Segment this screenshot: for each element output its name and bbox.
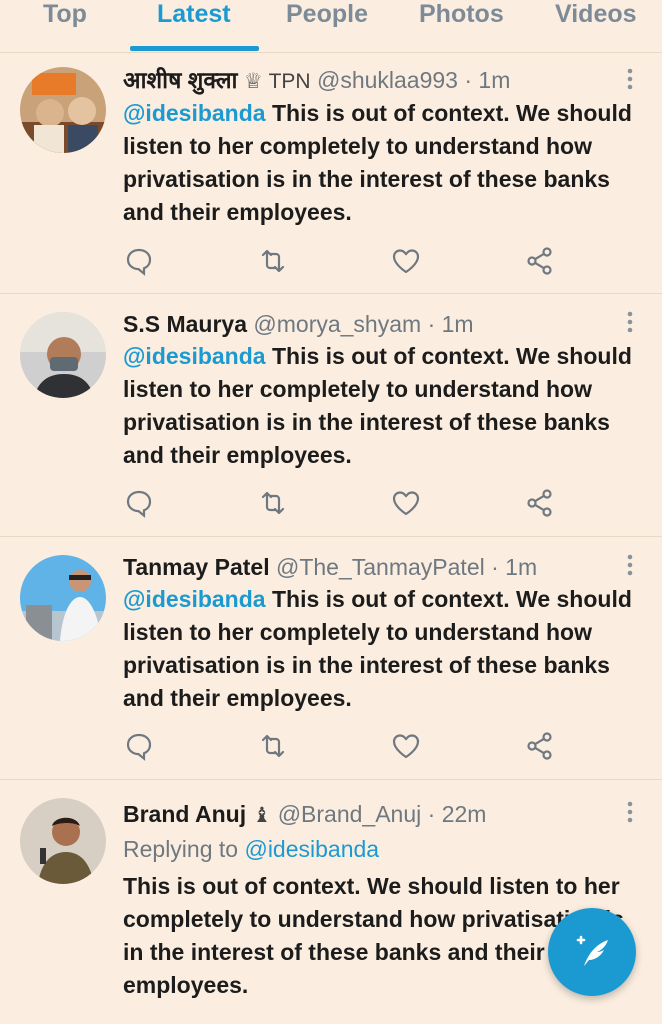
mention-link[interactable]: @idesibanda bbox=[244, 836, 379, 862]
user-handle[interactable]: @shuklaa993 bbox=[317, 67, 458, 93]
reply-icon[interactable] bbox=[123, 487, 155, 519]
tweet-item[interactable]: Brand Anuj ♝ @Brand_Anuj · 22m Replying … bbox=[0, 780, 662, 1024]
mention-link[interactable]: @idesibanda bbox=[123, 100, 266, 126]
separator-dot: · bbox=[427, 801, 436, 827]
timestamp: 22m bbox=[441, 801, 487, 827]
like-icon[interactable] bbox=[390, 487, 422, 519]
more-vertical-icon[interactable] bbox=[622, 67, 638, 93]
tweet-body: This is out of context. We should listen… bbox=[123, 873, 624, 998]
retweet-icon[interactable] bbox=[257, 245, 289, 277]
name-badge: ♕ TPN bbox=[243, 70, 311, 93]
active-tab-indicator bbox=[130, 46, 259, 51]
separator-dot: · bbox=[491, 554, 499, 580]
avatar[interactable] bbox=[20, 798, 106, 884]
avatar[interactable] bbox=[20, 555, 106, 641]
tweet-item[interactable]: Tanmay Patel @The_TanmayPatel · 1m @ides… bbox=[0, 537, 662, 780]
retweet-icon[interactable] bbox=[257, 730, 289, 762]
share-icon[interactable] bbox=[524, 730, 556, 762]
more-vertical-icon[interactable] bbox=[622, 800, 638, 826]
tab-photos[interactable]: Photos bbox=[419, 0, 504, 30]
user-handle[interactable]: @morya_shyam bbox=[253, 311, 421, 337]
tab-latest[interactable]: Latest bbox=[157, 0, 231, 30]
separator-dot: · bbox=[464, 67, 473, 93]
tweet-item[interactable]: आशीष शुक्ला ♕ TPN @shuklaa993 · 1m @ides… bbox=[0, 53, 662, 294]
retweet-icon[interactable] bbox=[257, 487, 289, 519]
compose-tweet-icon bbox=[576, 935, 608, 966]
avatar[interactable] bbox=[20, 312, 106, 398]
tweet-item[interactable]: S.S Maurya @morya_shyam · 1m @idesibanda… bbox=[0, 294, 662, 537]
replying-to-label: Replying to bbox=[123, 836, 239, 862]
tweet-text: @idesibanda This is out of context. We s… bbox=[123, 583, 653, 715]
tweet-text: @idesibanda This is out of context. We s… bbox=[123, 340, 653, 472]
mention-link[interactable]: @idesibanda bbox=[123, 586, 266, 612]
display-name[interactable]: आशीष शुक्ला bbox=[123, 67, 238, 93]
display-name[interactable]: Brand Anuj bbox=[123, 801, 246, 827]
more-vertical-icon[interactable] bbox=[622, 310, 638, 336]
compose-tweet-button[interactable] bbox=[548, 908, 636, 996]
reply-icon[interactable] bbox=[123, 730, 155, 762]
timestamp: 1m bbox=[478, 67, 511, 93]
name-badge: ♝ bbox=[252, 804, 272, 827]
more-vertical-icon[interactable] bbox=[622, 553, 638, 579]
tweet-text: @idesibanda This is out of context. We s… bbox=[123, 97, 653, 229]
reply-icon[interactable] bbox=[123, 245, 155, 277]
share-icon[interactable] bbox=[524, 245, 556, 277]
user-handle[interactable]: @The_TanmayPatel bbox=[276, 554, 485, 580]
like-icon[interactable] bbox=[390, 730, 422, 762]
timestamp: 1m bbox=[505, 554, 538, 580]
display-name[interactable]: Tanmay Patel bbox=[123, 554, 270, 580]
display-name[interactable]: S.S Maurya bbox=[123, 311, 247, 337]
tweet-header: Tanmay Patel @The_TanmayPatel · 1m bbox=[123, 552, 537, 582]
timestamp: 1m bbox=[441, 311, 474, 337]
mention-link[interactable]: @idesibanda bbox=[123, 343, 266, 369]
separator-dot: · bbox=[427, 311, 436, 337]
tab-top[interactable]: Top bbox=[43, 0, 87, 30]
like-icon[interactable] bbox=[390, 245, 422, 277]
share-icon[interactable] bbox=[524, 487, 556, 519]
tweet-header: आशीष शुक्ला ♕ TPN @shuklaa993 · 1m bbox=[123, 65, 510, 97]
tweet-header: S.S Maurya @morya_shyam · 1m bbox=[123, 309, 474, 339]
tweet-header: Brand Anuj ♝ @Brand_Anuj · 22m bbox=[123, 799, 486, 831]
search-tabs: Top Latest People Photos Videos bbox=[0, 0, 662, 53]
tab-people[interactable]: People bbox=[286, 0, 368, 30]
avatar[interactable] bbox=[20, 67, 106, 153]
tab-videos[interactable]: Videos bbox=[555, 0, 637, 30]
replying-to: Replying to @idesibanda bbox=[123, 834, 379, 864]
user-handle[interactable]: @Brand_Anuj bbox=[278, 801, 422, 827]
